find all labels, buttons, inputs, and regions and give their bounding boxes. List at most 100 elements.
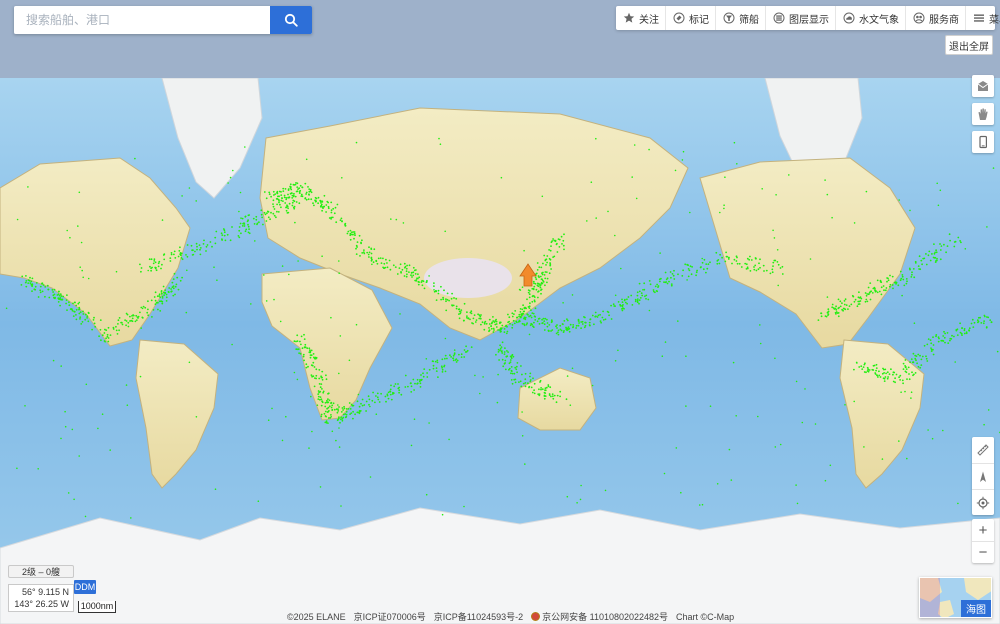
ship-dot[interactable] (820, 315, 823, 318)
basemap-switcher[interactable]: 海图 (919, 577, 992, 618)
ship-dot[interactable] (356, 241, 359, 244)
ship-dot[interactable] (440, 298, 442, 301)
ship-dot[interactable] (835, 305, 837, 308)
ship-dot[interactable] (906, 457, 908, 460)
ship-dot[interactable] (107, 337, 110, 339)
ship-dot[interactable] (293, 371, 296, 374)
ship-dot[interactable] (843, 303, 846, 306)
ship-dot[interactable] (724, 260, 727, 263)
ship-dot[interactable] (549, 262, 551, 264)
ship-dot[interactable] (449, 354, 451, 357)
ship-dot[interactable] (596, 316, 599, 318)
ship-dot[interactable] (773, 237, 776, 239)
ship-dot[interactable] (338, 260, 340, 262)
ship-dot[interactable] (920, 364, 923, 366)
ship-dot[interactable] (899, 379, 901, 381)
measure-button[interactable] (972, 437, 994, 463)
ship-dot[interactable] (884, 289, 887, 292)
ship-dot[interactable] (35, 282, 38, 284)
ship-dot[interactable] (459, 311, 462, 313)
ship-dot[interactable] (39, 291, 42, 294)
ship-dot[interactable] (540, 289, 542, 291)
ship-dot[interactable] (67, 492, 70, 494)
ship-dot[interactable] (398, 386, 401, 389)
ship-dot[interactable] (584, 321, 586, 324)
ship-dot[interactable] (150, 269, 153, 272)
ship-dot[interactable] (327, 401, 330, 404)
ship-dot[interactable] (659, 280, 661, 283)
ship-dot[interactable] (552, 238, 554, 240)
ship-dot[interactable] (474, 321, 477, 323)
ship-dot[interactable] (354, 234, 356, 237)
ship-dot[interactable] (325, 374, 327, 377)
ship-dot[interactable] (759, 342, 762, 345)
ship-dot[interactable] (428, 368, 431, 371)
ship-dot[interactable] (544, 259, 547, 262)
mobile-app-button[interactable] (972, 131, 994, 153)
ship-dot[interactable] (332, 402, 335, 405)
ship-dot[interactable] (913, 276, 916, 279)
ship-dot[interactable] (529, 314, 532, 317)
ship-dot[interactable] (524, 318, 527, 321)
ship-dot[interactable] (64, 410, 66, 413)
ship-dot[interactable] (507, 313, 509, 316)
ship-dot[interactable] (571, 367, 574, 370)
ship-dot[interactable] (926, 343, 929, 346)
ship-dot[interactable] (942, 340, 945, 342)
ship-dot[interactable] (311, 430, 313, 433)
ship-dot[interactable] (524, 378, 527, 381)
ship-dot[interactable] (158, 300, 161, 303)
ship-dot[interactable] (294, 221, 296, 224)
ship-dot[interactable] (455, 361, 458, 363)
ship-dot[interactable] (68, 301, 70, 304)
ship-dot[interactable] (901, 379, 904, 382)
ship-dot[interactable] (557, 329, 560, 332)
ship-dot[interactable] (335, 439, 337, 442)
ship-dot[interactable] (614, 234, 616, 237)
ship-dot[interactable] (137, 315, 140, 318)
ship-dot[interactable] (361, 239, 363, 242)
ship-dot[interactable] (531, 391, 534, 394)
ship-dot[interactable] (541, 195, 544, 198)
ship-dot[interactable] (533, 285, 536, 288)
ship-dot[interactable] (41, 282, 43, 285)
ship-dot[interactable] (348, 402, 351, 404)
ship-dot[interactable] (335, 221, 338, 224)
ship-dot[interactable] (442, 296, 444, 299)
ship-dot[interactable] (534, 282, 537, 285)
ship-dot[interactable] (139, 375, 142, 378)
ship-dot[interactable] (286, 212, 289, 214)
ship-dot[interactable] (526, 313, 529, 315)
ship-dot[interactable] (332, 207, 335, 210)
ship-dot[interactable] (881, 458, 884, 460)
ship-dot[interactable] (533, 392, 536, 395)
ship-dot[interactable] (134, 157, 136, 160)
ship-dot[interactable] (347, 230, 350, 233)
ship-dot[interactable] (414, 279, 416, 282)
ship-dot[interactable] (820, 312, 823, 315)
ship-dot[interactable] (581, 323, 584, 325)
ship-dot[interactable] (124, 319, 126, 321)
ship-dot[interactable] (254, 240, 256, 242)
ship-dot[interactable] (529, 324, 532, 327)
ship-dot[interactable] (57, 301, 60, 303)
ship-dot[interactable] (441, 371, 444, 373)
ship-dot[interactable] (844, 308, 847, 311)
ship-dot[interactable] (543, 254, 546, 257)
ship-dot[interactable] (947, 342, 950, 344)
ship-dot[interactable] (996, 350, 999, 353)
ship-dot[interactable] (320, 413, 323, 416)
zoom-out-button[interactable]: − (972, 541, 994, 563)
ship-dot[interactable] (403, 275, 406, 277)
ship-dot[interactable] (695, 271, 698, 274)
ship-dot[interactable] (370, 252, 373, 255)
ship-dot[interactable] (27, 282, 30, 284)
ship-dot[interactable] (296, 186, 299, 188)
ship-dot[interactable] (923, 344, 926, 347)
ship-dot[interactable] (214, 236, 217, 239)
ship-dot[interactable] (326, 200, 329, 203)
ship-dot[interactable] (452, 354, 455, 357)
ship-dot[interactable] (61, 298, 63, 301)
ship-dot[interactable] (878, 374, 881, 377)
ship-dot[interactable] (312, 353, 315, 355)
